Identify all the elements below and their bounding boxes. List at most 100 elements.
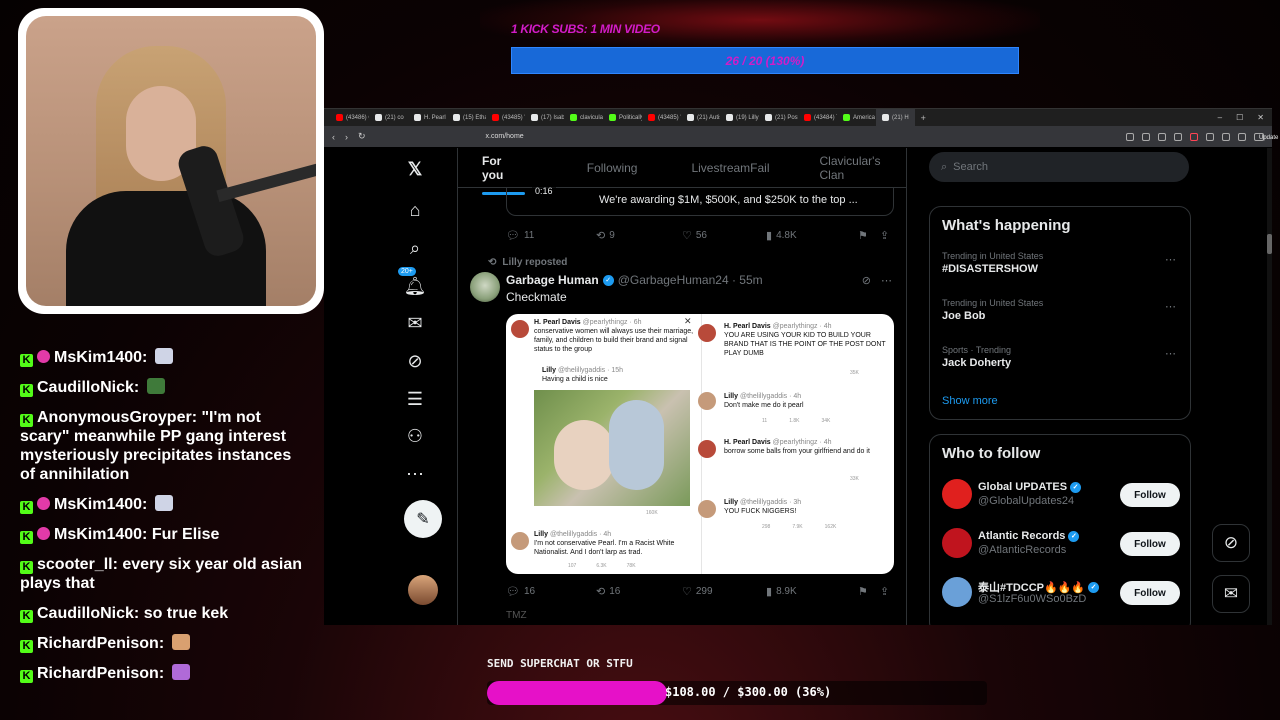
bookmark-button[interactable]: ⚑ — [858, 585, 880, 598]
follow-suggestion[interactable]: Global UPDATES ✓ @GlobalUpdates24 Follow — [942, 479, 1180, 511]
trend-item[interactable]: Sports · Trending Jack Doherty ⋯ — [942, 345, 1178, 369]
chat-username[interactable]: AnonymousGroyper — [37, 409, 192, 426]
screenshot-icon[interactable] — [1142, 132, 1150, 141]
back-icon[interactable]: ‹ — [332, 132, 335, 142]
new-tab-button[interactable]: + — [915, 113, 932, 123]
views-button[interactable]: ▮ 4.8K — [766, 229, 858, 242]
scrollbar[interactable] — [1267, 148, 1272, 625]
bookmark-button[interactable]: ⚑ — [858, 229, 880, 242]
compose-post-button[interactable]: ✎ — [404, 500, 442, 538]
video-title[interactable]: We're awarding $1M, $500K, and $250K to … — [599, 194, 858, 206]
tab-livestreamfail[interactable]: LivestreamFail — [691, 161, 769, 175]
browser-tab[interactable]: (43486) Cli — [330, 109, 369, 126]
profile-icon[interactable]: ⚇ — [404, 425, 426, 447]
grok-post-icon[interactable]: ⊘ — [862, 274, 871, 287]
grok-float-button[interactable]: ⊘ — [1212, 524, 1250, 562]
messages-float-button[interactable]: ✉ — [1212, 575, 1250, 613]
browser-tab[interactable]: (19) Lilly — [720, 109, 759, 126]
brave-shield-icon[interactable] — [1190, 132, 1198, 141]
suggestion-avatar[interactable] — [942, 577, 972, 607]
chat-username[interactable]: MsKim1400 — [54, 496, 142, 513]
close-window-button[interactable]: ✕ — [1257, 113, 1264, 122]
reload-icon[interactable]: ↻ — [358, 131, 366, 142]
maximize-button[interactable]: ☐ — [1236, 113, 1243, 122]
browser-tab[interactable]: (43485) 'M — [642, 109, 681, 126]
like-button[interactable]: ♡ 56 — [682, 229, 766, 242]
reply-button[interactable]: 💬︎ 16 — [506, 585, 596, 598]
url-field[interactable]: x.com/home — [486, 133, 524, 140]
chat-username[interactable]: CaudilloNick — [37, 379, 134, 396]
post-author-name[interactable]: Garbage Human — [506, 273, 599, 287]
post-more-icon[interactable]: ⋯ — [881, 274, 892, 287]
follow-button[interactable]: Follow — [1120, 581, 1180, 605]
lists-icon[interactable]: ☰ — [404, 388, 426, 410]
show-more-link[interactable]: Show more — [942, 395, 998, 407]
browser-tab[interactable]: clavicular S — [564, 109, 603, 126]
browser-tab[interactable]: (43484) Th — [798, 109, 837, 126]
follow-suggestion[interactable]: Atlantic Records ✓ @AtlanticRecords Follow — [942, 528, 1180, 560]
wallet-icon[interactable] — [1238, 132, 1246, 141]
views-button[interactable]: ▮ 8.9K — [766, 585, 858, 598]
chat-username[interactable]: scooter_ll — [37, 556, 113, 573]
trend-more-icon[interactable]: ⋯ — [1165, 253, 1176, 266]
search-input[interactable]: ⌕ Search — [929, 152, 1189, 182]
chat-username[interactable]: MsKim1400 — [54, 526, 142, 543]
share-post-button[interactable]: ⇪ — [880, 229, 889, 242]
like-button[interactable]: ♡ 299 — [682, 585, 766, 598]
browser-tab[interactable]: (21) Posts — [759, 109, 798, 126]
video-card[interactable]: 0:16 We're awarding $1M, $500K, and $250… — [506, 185, 894, 216]
trend-more-icon[interactable]: ⋯ — [1165, 347, 1176, 360]
tab-following[interactable]: Following — [587, 161, 638, 175]
browser-tab[interactable]: (21) H — [876, 109, 915, 126]
bookmark-icon[interactable] — [1174, 132, 1182, 141]
browser-tab[interactable]: (15) Ethan — [447, 109, 486, 126]
suggestion-avatar[interactable] — [942, 479, 972, 509]
trend-item[interactable]: Trending in United States Joe Bob ⋯ — [942, 298, 1178, 322]
suggestion-avatar[interactable] — [942, 528, 972, 558]
chat-username[interactable]: RichardPenison — [37, 665, 159, 682]
browser-tab[interactable]: PoliticallyP — [603, 109, 642, 126]
share-post-button[interactable]: ⇪ — [880, 585, 889, 598]
grok-icon[interactable]: ⊘ — [404, 350, 426, 372]
repost-button[interactable]: ⟲ 9 — [596, 229, 682, 242]
browser-tab[interactable]: (43485) "E — [486, 109, 525, 126]
follow-button[interactable]: Follow — [1120, 532, 1180, 556]
trend-item[interactable]: Trending in United States #DISASTERSHOW ⋯ — [942, 251, 1178, 275]
suggestion-name[interactable]: Atlantic Records — [978, 530, 1065, 542]
follow-button[interactable]: Follow — [1120, 483, 1180, 507]
reply-button[interactable]: 💬︎ 11 — [506, 229, 596, 242]
minimize-button[interactable]: – — [1218, 113, 1222, 122]
suggestion-name[interactable]: Global UPDATES — [978, 481, 1067, 493]
browser-tab[interactable]: H. Pearl — [408, 109, 447, 126]
browser-tab[interactable]: America Fi — [837, 109, 876, 126]
explore-icon[interactable]: ⌕ — [404, 237, 426, 259]
follow-suggestion[interactable]: 泰山#TDCCP🔥🔥🔥 ✓ @S1lzF6u0WSo0BzD Follow — [942, 577, 1180, 609]
update-button[interactable]: Update — [1254, 132, 1278, 141]
x-logo-icon[interactable]: 𝕏 — [404, 158, 426, 180]
zoom-icon[interactable] — [1126, 132, 1134, 141]
sidebar-icon[interactable] — [1222, 132, 1230, 141]
trend-more-icon[interactable]: ⋯ — [1165, 300, 1176, 313]
account-avatar[interactable] — [408, 575, 438, 605]
repost-label[interactable]: Lilly reposted — [502, 257, 567, 268]
post-image[interactable]: H. Pearl Davis @pearlythingz · 6h conser… — [506, 314, 894, 574]
home-icon[interactable]: ⌂ — [404, 199, 426, 221]
browser-tab[interactable]: (17) Isabel — [525, 109, 564, 126]
chat-username[interactable]: MsKim1400 — [54, 349, 142, 366]
post-author-avatar[interactable] — [470, 272, 500, 302]
notifications-icon[interactable]: 🔔︎ 20+ — [398, 267, 426, 297]
next-post-author[interactable]: TMZ — [506, 610, 527, 621]
tab-clavicular-clan[interactable]: Clavicular's Clan — [820, 154, 907, 182]
messages-icon[interactable]: ✉ — [404, 312, 426, 334]
extensions-icon[interactable] — [1206, 132, 1214, 141]
share-icon[interactable] — [1158, 132, 1166, 141]
chat-username[interactable]: CaudilloNick — [37, 605, 134, 622]
browser-tab[interactable]: (21) Autism — [681, 109, 720, 126]
more-icon[interactable]: ⋯ — [404, 463, 426, 485]
forward-icon[interactable]: › — [345, 132, 348, 142]
chat-username[interactable]: RichardPenison — [37, 635, 159, 652]
post-author-handle[interactable]: @GarbageHuman24 · 55m — [618, 273, 763, 287]
browser-tab[interactable]: (21) co — [369, 109, 408, 126]
repost-button[interactable]: ⟲ 16 — [596, 585, 682, 598]
tab-for-you[interactable]: For you — [482, 154, 525, 195]
